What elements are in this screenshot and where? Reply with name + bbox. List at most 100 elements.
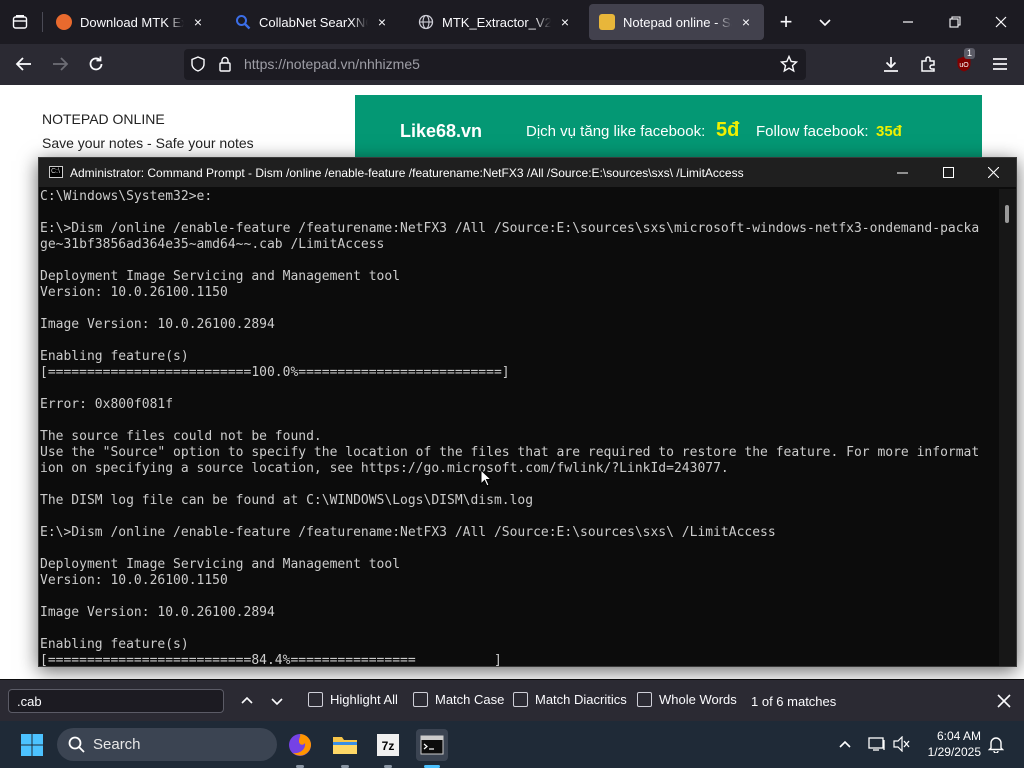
browser-nav-bar: https://notepad.vn/nhhizme5 uO 1 [0, 44, 1024, 85]
url-host: https://notepad.vn/ [244, 56, 360, 72]
cmd-title-bar[interactable]: C:\ Administrator: Command Prompt - Dism… [39, 158, 1016, 187]
search-icon [68, 736, 85, 757]
ad-banner[interactable]: Like68.vn Dịch vụ tăng like facebook: 5đ… [355, 95, 982, 160]
whole-words-checkbox[interactable]: Whole Words [637, 692, 737, 707]
console-line: [==========================100.0%=======… [40, 365, 510, 380]
firefox-view-icon[interactable] [5, 8, 35, 36]
console-line: Version: 10.0.26100.1150 [40, 285, 228, 300]
hamburger-menu-icon[interactable] [985, 50, 1015, 78]
match-case-checkbox[interactable]: Match Case [413, 692, 504, 707]
console-line: Enabling feature(s) [40, 349, 189, 364]
restore-window-button[interactable] [940, 8, 970, 36]
minimize-window-button[interactable] [893, 8, 923, 36]
notification-bell-icon[interactable] [985, 733, 1007, 755]
find-previous-button[interactable] [235, 689, 259, 713]
find-in-page-bar: Highlight All Match Case Match Diacritic… [0, 679, 1024, 721]
checkbox-box[interactable] [637, 692, 652, 707]
console-line: E:\>Dism /online /enable-feature /featur… [40, 525, 776, 540]
file-explorer-icon[interactable] [329, 729, 361, 761]
checkbox-box[interactable] [513, 692, 528, 707]
console-line: Use the "Source" option to specify the l… [40, 445, 980, 460]
extensions-puzzle-icon[interactable] [913, 50, 943, 78]
checkbox-box[interactable] [413, 692, 428, 707]
downloads-icon[interactable] [876, 50, 906, 78]
console-line: The source files could not be found. [40, 429, 322, 444]
tab-mtk-extractor-zip[interactable]: MTK_Extractor_V2.6.3.zip × [408, 4, 583, 40]
banner-price-follow: 35đ [876, 123, 902, 140]
windows-start-icon[interactable] [16, 729, 48, 761]
close-tab-icon[interactable]: × [190, 14, 206, 30]
site-title[interactable]: NOTEPAD ONLINE [42, 111, 165, 127]
console-line: E:\>Dism /online /enable-feature /featur… [40, 221, 980, 236]
console-output[interactable]: C:\Windows\System32>e: E:\>Dism /online … [39, 189, 999, 666]
close-tab-icon[interactable]: × [374, 14, 390, 30]
network-display-icon[interactable] [866, 733, 888, 755]
cmd-app-icon: C:\ [49, 166, 63, 178]
checkbox-box[interactable] [308, 692, 323, 707]
system-clock[interactable]: 6:04 AM 1/29/2025 [928, 728, 981, 760]
tracking-protection-shield-icon[interactable] [190, 56, 206, 77]
tab-download-mtk[interactable]: Download MTK Extractor × [46, 4, 216, 40]
console-line: [==========================84.4%========… [40, 653, 502, 666]
ublock-origin-icon[interactable]: uO 1 [949, 48, 979, 78]
svg-text:7z: 7z [382, 739, 395, 753]
console-line: ion on specifying a source location, see… [40, 461, 729, 476]
show-hidden-icons-chevron-icon[interactable] [834, 733, 856, 755]
7zip-icon[interactable]: 7z [372, 729, 404, 761]
banner-text-likes: Dịch vụ tăng like facebook: [526, 123, 706, 140]
bookmark-star-icon[interactable] [779, 54, 799, 78]
orange-a-icon [56, 14, 72, 30]
magnifier-icon [235, 14, 251, 30]
forward-arrow-icon[interactable] [45, 50, 75, 78]
cmd-close-button[interactable] [970, 158, 1016, 187]
match-count: 1 of 6 matches [751, 694, 837, 709]
console-line: Error: 0x800f081f [40, 397, 174, 412]
close-tab-icon[interactable]: × [738, 14, 754, 30]
console-line: Deployment Image Servicing and Managemen… [40, 557, 401, 572]
windows-taskbar: Search 7z 6:04 AM 1/29/2025 [0, 721, 1024, 768]
lock-icon[interactable] [218, 56, 232, 77]
volume-muted-icon[interactable] [891, 733, 913, 755]
match-diacritics-label: Match Diacritics [535, 692, 627, 707]
terminal-icon[interactable] [416, 729, 448, 761]
taskbar-search-box[interactable]: Search [57, 728, 277, 761]
list-all-tabs-button[interactable] [810, 8, 840, 36]
cmd-scrollbar[interactable] [999, 189, 1016, 666]
highlight-all-checkbox[interactable]: Highlight All [308, 692, 398, 707]
tab-notepad-online[interactable]: Notepad online - Save × [589, 4, 764, 40]
close-find-bar-icon[interactable] [992, 689, 1016, 713]
url-text[interactable]: https://notepad.vn/nhhizme5 [244, 56, 420, 72]
new-tab-button[interactable]: + [771, 8, 801, 36]
firefox-icon[interactable] [284, 729, 316, 761]
tab-title: Download MTK Extractor [80, 14, 184, 30]
clock-date: 1/29/2025 [927, 745, 981, 759]
globe-icon [418, 14, 434, 30]
close-tab-icon[interactable]: × [557, 14, 573, 30]
notepad-icon [599, 14, 615, 30]
browser-tab-bar: Download MTK Extractor × CollabNet SearX… [0, 0, 1024, 44]
url-bar[interactable]: https://notepad.vn/nhhizme5 [184, 49, 806, 80]
tab-collabnet-searxng[interactable]: CollabNet SearXNG × [225, 4, 400, 40]
command-prompt-window[interactable]: C:\ Administrator: Command Prompt - Dism… [38, 157, 1017, 667]
close-window-button[interactable] [986, 8, 1016, 36]
reload-icon[interactable] [81, 50, 111, 78]
cmd-maximize-button[interactable] [925, 158, 971, 187]
back-arrow-icon[interactable] [9, 50, 39, 78]
mouse-cursor-icon [480, 468, 493, 492]
clock-time: 6:04 AM [936, 729, 981, 743]
match-diacritics-checkbox[interactable]: Match Diacritics [513, 692, 627, 707]
cmd-minimize-button[interactable] [879, 158, 925, 187]
cmd-scrollbar-thumb[interactable] [1005, 205, 1009, 223]
find-input[interactable] [8, 689, 224, 713]
find-next-button[interactable] [265, 689, 289, 713]
